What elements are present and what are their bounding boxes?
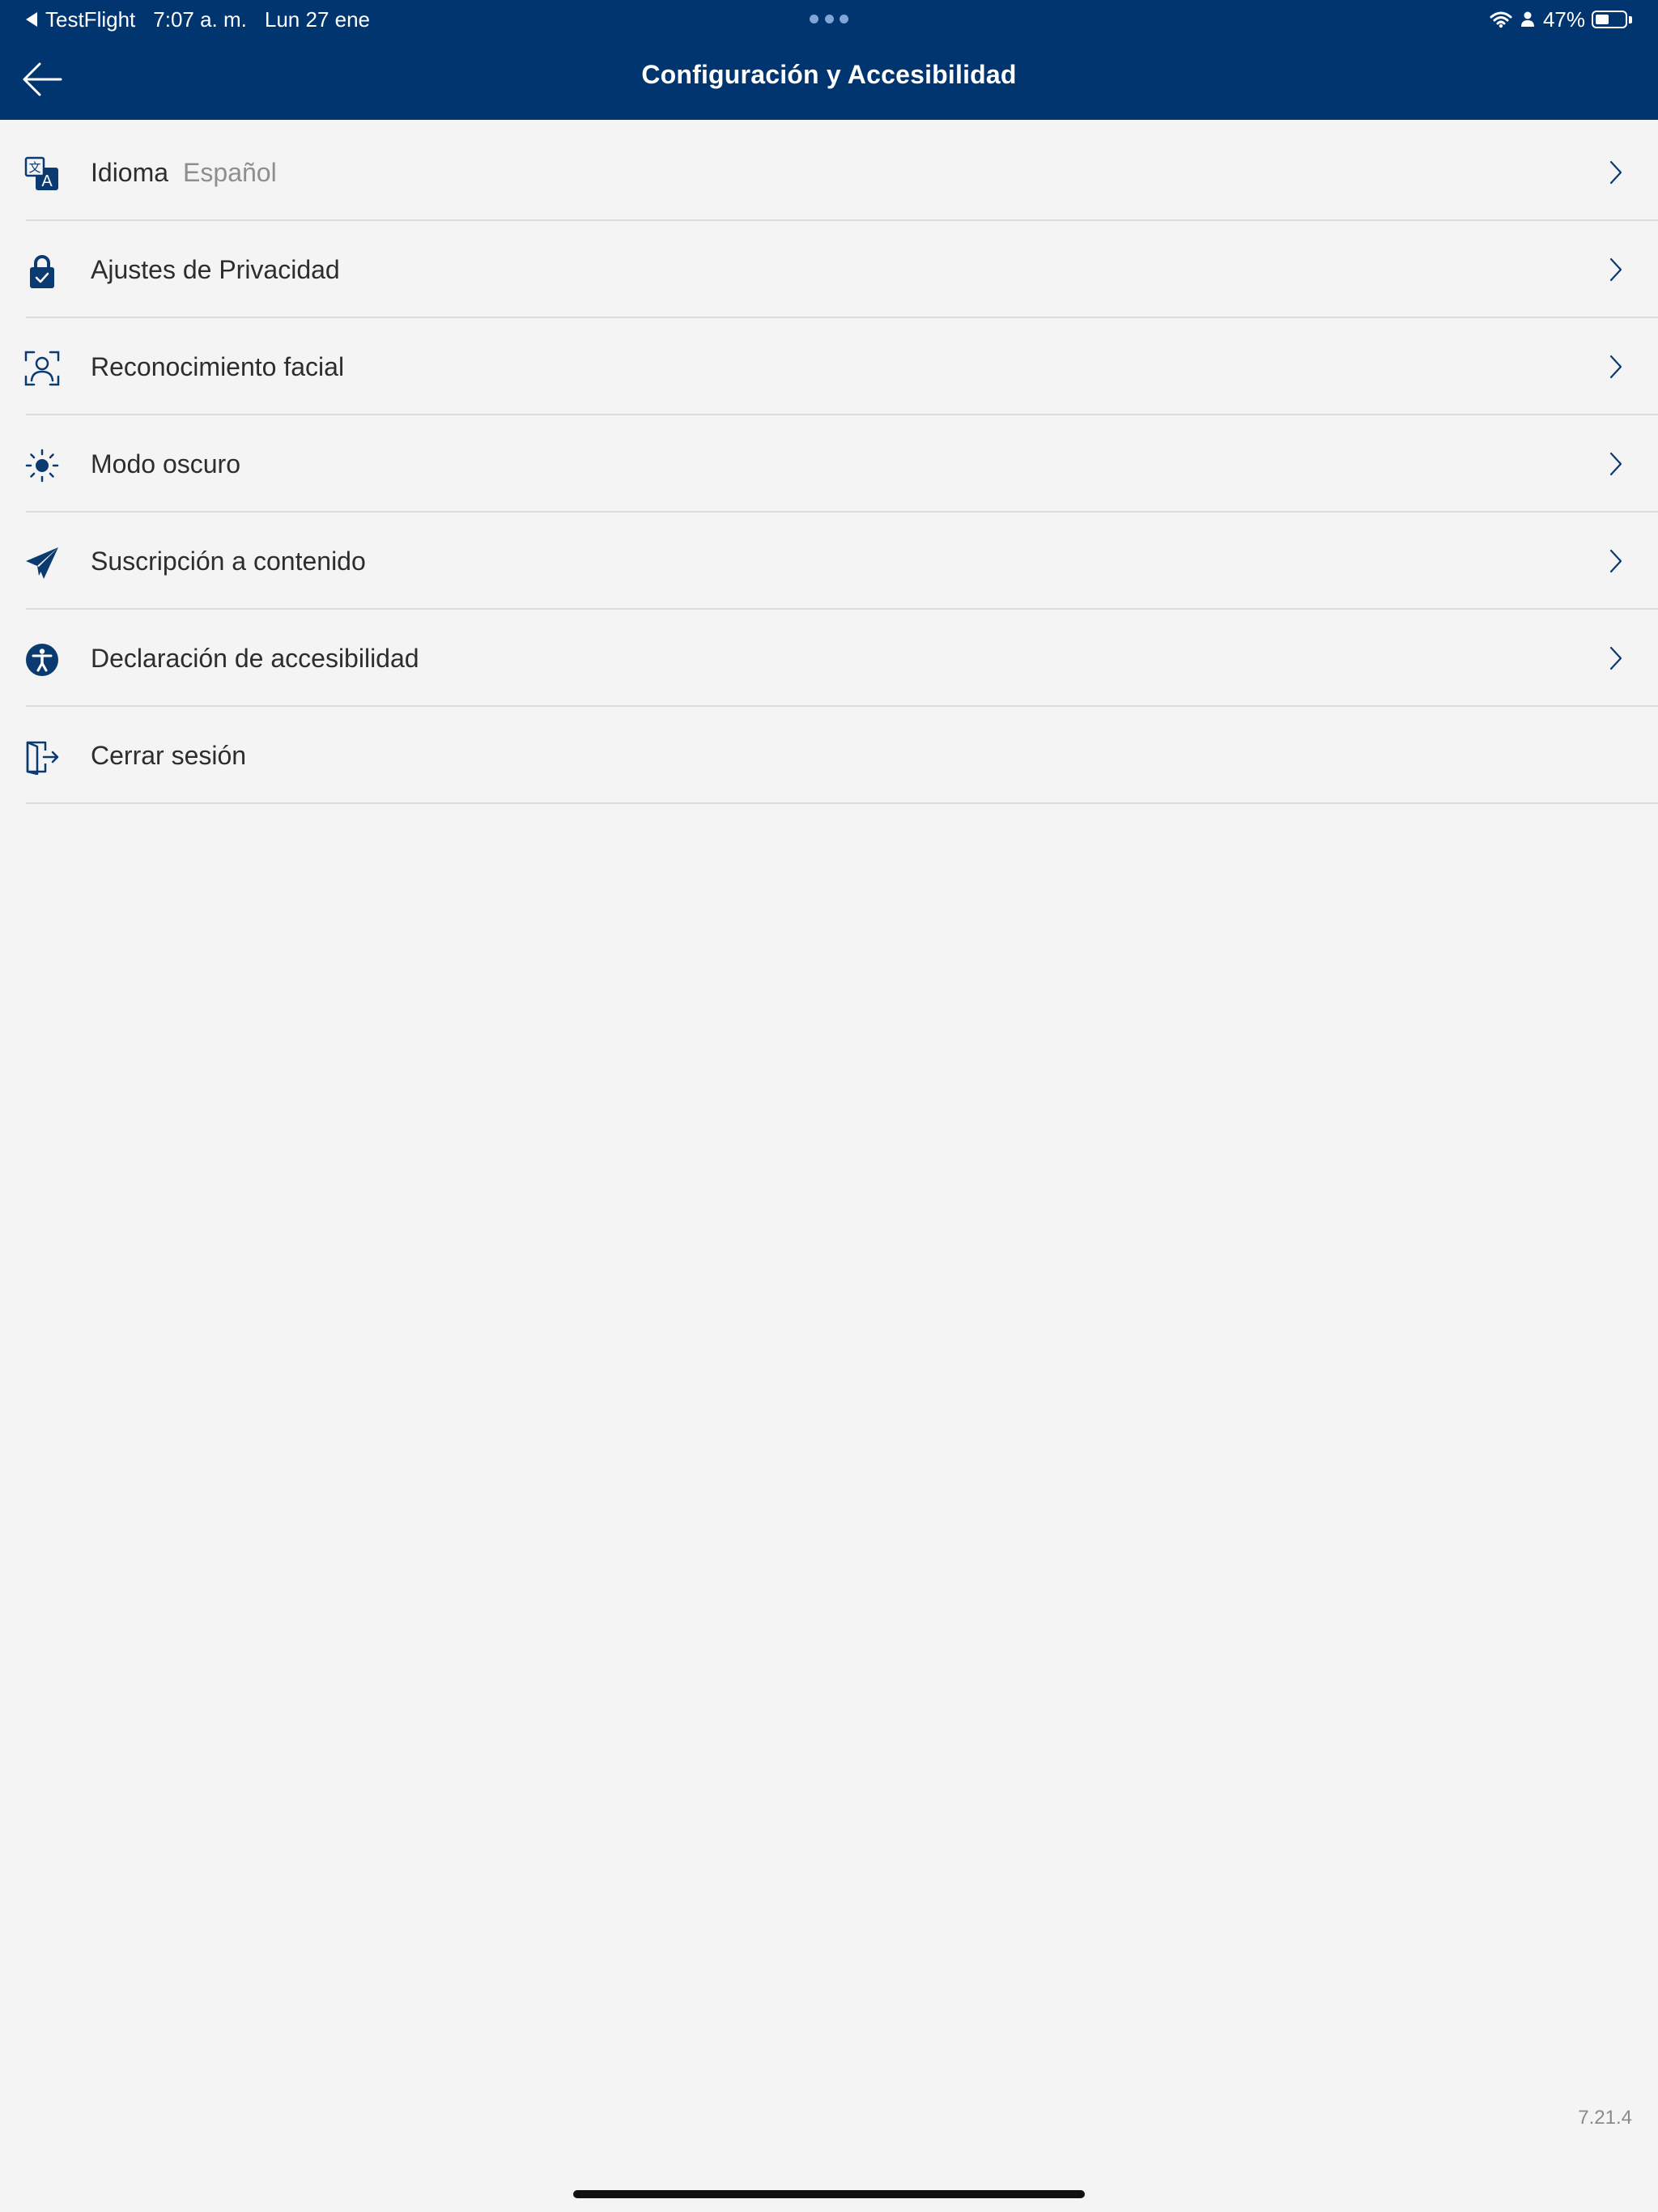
- settings-list: A 文 Idioma Español Ajustes de Privacidad…: [0, 124, 1658, 804]
- app-version: 7.21.4: [1578, 2107, 1632, 2129]
- settings-screen: TestFlight 7:07 a. m. Lun 27 ene 47% Con…: [0, 0, 1658, 2212]
- subscription-label: Suscripción a contenido: [91, 546, 366, 576]
- chevron-right-icon: [1609, 355, 1622, 379]
- back-to-app-label[interactable]: TestFlight: [45, 7, 135, 32]
- setting-row-subscription[interactable]: Suscripción a contenido: [0, 513, 1658, 610]
- battery-icon: [1592, 11, 1627, 28]
- wifi-icon: [1490, 11, 1512, 28]
- status-date: Lun 27 ene: [264, 6, 371, 32]
- svg-text:文: 文: [28, 160, 40, 175]
- setting-row-dark-mode[interactable]: Modo oscuro: [0, 415, 1658, 513]
- privacy-label: Ajustes de Privacidad: [91, 254, 340, 284]
- chevron-right-icon: [1609, 257, 1622, 282]
- chevron-right-icon: [1609, 452, 1622, 476]
- setting-row-language[interactable]: A 文 Idioma Español: [0, 124, 1658, 221]
- language-label: Idioma: [91, 157, 169, 187]
- face-scan-icon: [24, 351, 60, 386]
- setting-row-privacy[interactable]: Ajustes de Privacidad: [0, 221, 1658, 318]
- accessibility-statement-label: Declaración de accesibilidad: [91, 643, 419, 673]
- setting-label: Idioma Español: [91, 124, 277, 221]
- setting-row-logout[interactable]: Cerrar sesión: [0, 707, 1658, 804]
- chevron-right-icon: [1609, 549, 1622, 573]
- lock-icon: [24, 253, 60, 289]
- language-value: Español: [183, 157, 277, 187]
- face-recognition-label: Reconocimiento facial: [91, 351, 345, 381]
- setting-row-face-recognition[interactable]: Reconocimiento facial: [0, 318, 1658, 415]
- app-header: TestFlight 7:07 a. m. Lun 27 ene 47% Con…: [0, 0, 1658, 120]
- back-to-app-icon[interactable]: [26, 12, 37, 27]
- home-indicator[interactable]: [573, 2190, 1085, 2198]
- status-time: 7:07 a. m.: [153, 6, 247, 32]
- status-bar-right: 47%: [1490, 5, 1632, 34]
- setting-row-accessibility-statement[interactable]: Declaración de accesibilidad: [0, 610, 1658, 707]
- translate-icon: A 文: [24, 156, 60, 192]
- person-icon: [1520, 11, 1534, 27]
- chevron-right-icon: [1609, 646, 1622, 670]
- accessibility-icon: [24, 642, 60, 678]
- logout-label: Cerrar sesión: [91, 740, 247, 770]
- sun-icon: [24, 448, 60, 483]
- multitasking-dots-icon[interactable]: [810, 13, 848, 24]
- page-title: Configuración y Accesibilidad: [641, 60, 1017, 89]
- status-bar-left: TestFlight 7:07 a. m. Lun 27 ene: [26, 5, 370, 34]
- chevron-right-icon: [1609, 160, 1622, 185]
- battery-percent: 47%: [1542, 6, 1585, 32]
- logout-icon: [24, 739, 60, 775]
- dark-mode-label: Modo oscuro: [91, 449, 240, 479]
- paper-plane-icon: [24, 545, 60, 581]
